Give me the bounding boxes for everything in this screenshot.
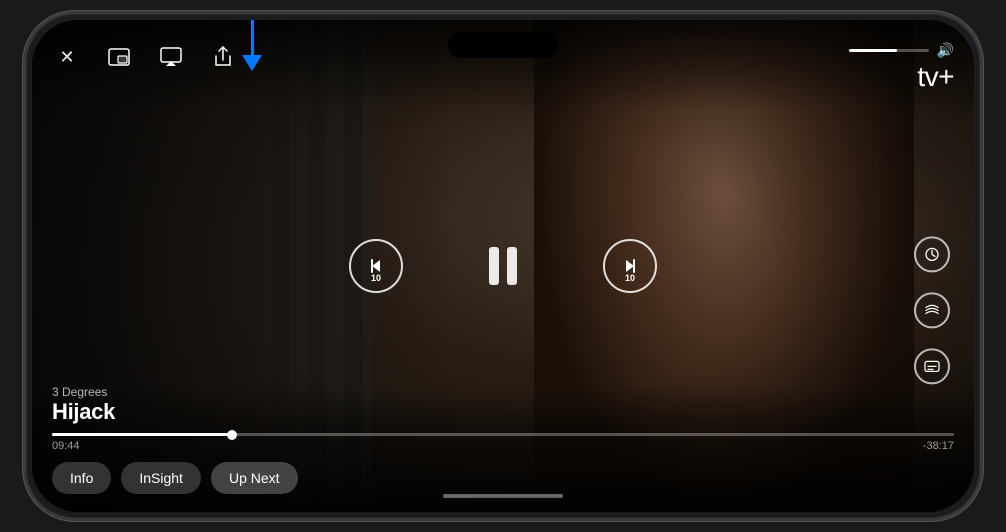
arrow-line <box>251 20 254 55</box>
bottom-tabs: Info InSight Up Next <box>52 462 954 494</box>
power-button <box>981 189 983 279</box>
pause-bar-left <box>489 247 499 285</box>
volume-control: 🔊 <box>849 42 954 59</box>
skip-back-label: 10 <box>371 273 381 283</box>
show-title: Hijack <box>52 399 954 425</box>
pip-button[interactable] <box>104 42 134 72</box>
camera-pill <box>448 32 558 58</box>
volume-bar <box>849 49 929 52</box>
progress-container[interactable]: 09:44 -38:17 <box>52 433 954 452</box>
volume-down-button <box>23 189 25 249</box>
blue-arrow-indicator <box>242 20 262 71</box>
home-indicator <box>443 494 563 498</box>
pause-bar-right <box>507 247 517 285</box>
phone-wrapper: ✕ <box>23 11 983 521</box>
playback-speed-button[interactable] <box>914 236 950 272</box>
volume-icon: 🔊 <box>937 42 954 59</box>
remaining-time: -38:17 <box>923 440 954 452</box>
right-side-controls <box>914 236 950 384</box>
time-labels: 09:44 -38:17 <box>52 440 954 452</box>
show-season: 3 Degrees <box>52 385 954 399</box>
appletv-brand: tv+ <box>913 61 954 93</box>
top-left-controls: ✕ <box>52 42 238 72</box>
skip-back-button[interactable]: 10 <box>349 239 403 293</box>
elapsed-time: 09:44 <box>52 440 80 452</box>
phone-frame: ✕ <box>23 11 983 521</box>
airplay-button[interactable] <box>156 42 186 72</box>
progress-scrubber[interactable] <box>227 430 237 440</box>
skip-forward-button[interactable]: 10 <box>603 239 657 293</box>
audio-track-button[interactable] <box>914 292 950 328</box>
volume-fill <box>849 49 897 52</box>
mute-button <box>23 262 25 322</box>
screen: ✕ <box>32 20 974 512</box>
arrow-head <box>242 55 262 71</box>
tab-upnext[interactable]: Up Next <box>211 462 298 494</box>
pause-button[interactable] <box>483 244 523 288</box>
close-button[interactable]: ✕ <box>52 42 82 72</box>
appletv-logo: 🔊 tv+ <box>849 42 954 93</box>
tv-plus-text: tv+ <box>917 61 954 93</box>
progress-fill <box>52 433 232 436</box>
progress-bar[interactable] <box>52 433 954 436</box>
playback-controls: 10 10 <box>32 239 974 293</box>
show-info: 3 Degrees Hijack <box>52 385 954 425</box>
subtitles-button[interactable] <box>914 348 950 384</box>
bottom-overlay: 3 Degrees Hijack 09:44 -38:17 Info InS <box>32 385 974 512</box>
tab-info[interactable]: Info <box>52 462 111 494</box>
skip-forward-label: 10 <box>625 273 635 283</box>
share-button[interactable] <box>208 42 238 72</box>
tab-insight[interactable]: InSight <box>121 462 201 494</box>
volume-up-button <box>23 134 25 174</box>
